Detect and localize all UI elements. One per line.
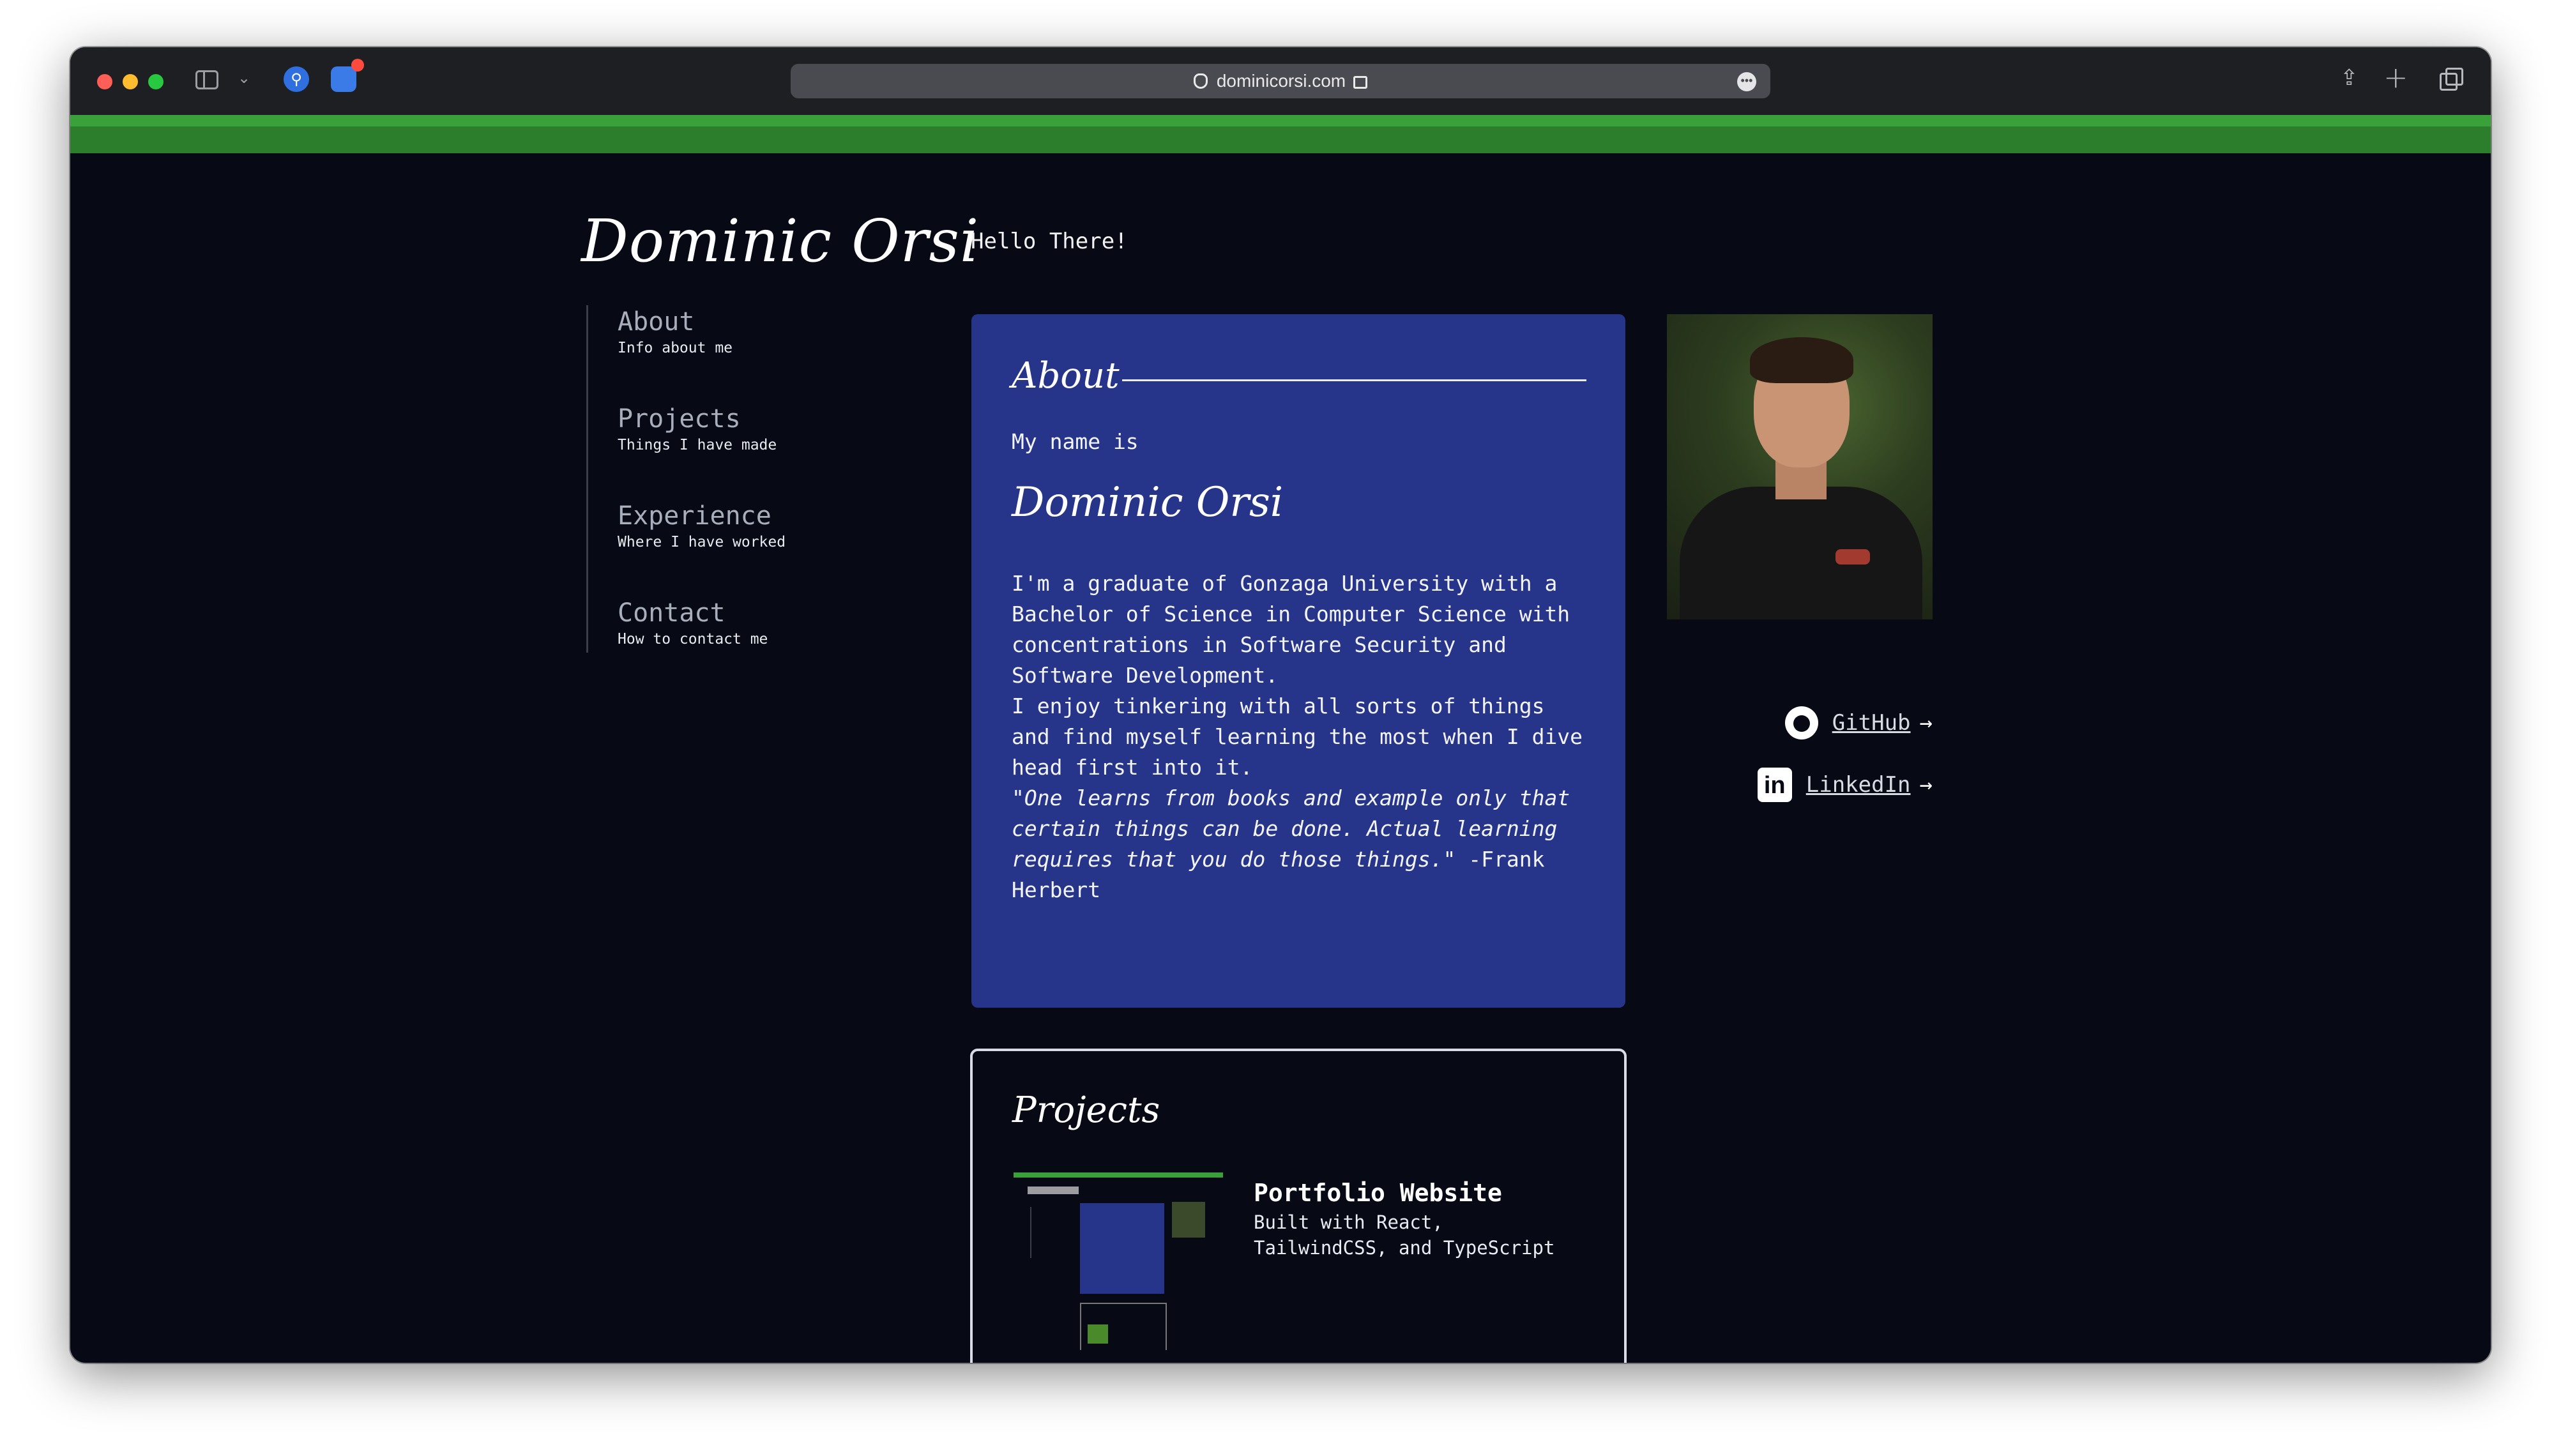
- nav-title: Projects: [618, 404, 741, 434]
- linkedin-link-row[interactable]: in LinkedIn →: [1757, 768, 1933, 802]
- privacy-shield-icon: [1193, 73, 1208, 89]
- nav-item-projects[interactable]: Projects Things I have made: [618, 405, 777, 453]
- browser-toolbar: ⌄ ⚲ dominicorsi.com ••• ⇪ +: [70, 47, 2491, 115]
- lock-icon: [1353, 76, 1368, 89]
- projects-section: Projects Portfolio Website Built with Re…: [970, 1049, 1627, 1363]
- projects-heading: Projects: [1012, 1089, 1160, 1131]
- about-section: About My name is Dominic Orsi I'm a grad…: [971, 314, 1625, 1008]
- github-link-row[interactable]: GitHub →: [1784, 706, 1933, 739]
- page-content: Dominic Orsi Hello There! About Info abo…: [70, 153, 2491, 1363]
- project-thumbnail[interactable]: [1014, 1172, 1223, 1350]
- share-icon[interactable]: ⇪: [2340, 65, 2359, 91]
- project-description: Built with React, TailwindCSS, and TypeS…: [1254, 1211, 1555, 1259]
- about-quote: "One learns from books and example only …: [1012, 783, 1586, 906]
- side-navigation: About Info about me Projects Things I ha…: [586, 305, 920, 653]
- site-tagline: Hello There!: [971, 229, 1128, 254]
- site-header-bar: [70, 115, 2491, 153]
- new-tab-icon[interactable]: +: [2383, 60, 2408, 95]
- nav-subtitle: Things I have made: [618, 437, 777, 453]
- more-options-icon[interactable]: •••: [1737, 72, 1756, 91]
- chevron-down-icon[interactable]: ⌄: [238, 69, 250, 87]
- profile-photo: [1667, 314, 1933, 619]
- close-window-button[interactable]: [97, 74, 112, 89]
- nav-subtitle: How to contact me: [618, 631, 768, 648]
- github-icon: [1784, 706, 1818, 739]
- password-extension-icon[interactable]: ⚲: [284, 66, 309, 92]
- about-name: Dominic Orsi: [1012, 479, 1284, 526]
- nav-title: Contact: [618, 598, 726, 628]
- project-title[interactable]: Portfolio Website: [1254, 1179, 1502, 1207]
- sidebar-toggle-icon[interactable]: [195, 70, 218, 89]
- address-bar[interactable]: dominicorsi.com •••: [791, 64, 1770, 98]
- nav-title: Experience: [618, 501, 771, 531]
- heading-divider: [1122, 379, 1586, 381]
- site-brand[interactable]: Dominic Orsi: [581, 207, 979, 275]
- nav-title: About: [618, 307, 695, 337]
- github-link[interactable]: GitHub: [1832, 710, 1911, 736]
- nav-item-experience[interactable]: Experience Where I have worked: [618, 502, 786, 550]
- about-intro: My name is: [1012, 429, 1139, 454]
- linkedin-icon: in: [1757, 768, 1792, 802]
- arrow-right-icon: →: [1919, 772, 1933, 798]
- url-text: dominicorsi.com: [1216, 71, 1346, 91]
- linkedin-link[interactable]: LinkedIn: [1806, 772, 1911, 798]
- notification-badge: [351, 59, 364, 72]
- about-heading-row: About: [1012, 355, 1586, 400]
- browser-window: ⌄ ⚲ dominicorsi.com ••• ⇪ + Dominic Orsi…: [70, 47, 2491, 1363]
- minimize-window-button[interactable]: [123, 74, 138, 89]
- shield-extension-icon[interactable]: [331, 66, 356, 92]
- nav-item-about[interactable]: About Info about me: [618, 308, 733, 356]
- tab-overview-icon[interactable]: [2440, 68, 2463, 91]
- about-paragraph-2: I enjoy tinkering with all sorts of thin…: [1012, 694, 1583, 780]
- about-paragraph-1: I'm a graduate of Gonzaga University wit…: [1012, 571, 1570, 688]
- zoom-window-button[interactable]: [148, 74, 163, 89]
- arrow-right-icon: →: [1919, 710, 1933, 736]
- about-heading: About: [1012, 355, 1120, 397]
- nav-subtitle: Where I have worked: [618, 534, 786, 550]
- nav-item-contact[interactable]: Contact How to contact me: [618, 599, 768, 648]
- nav-subtitle: Info about me: [618, 340, 733, 356]
